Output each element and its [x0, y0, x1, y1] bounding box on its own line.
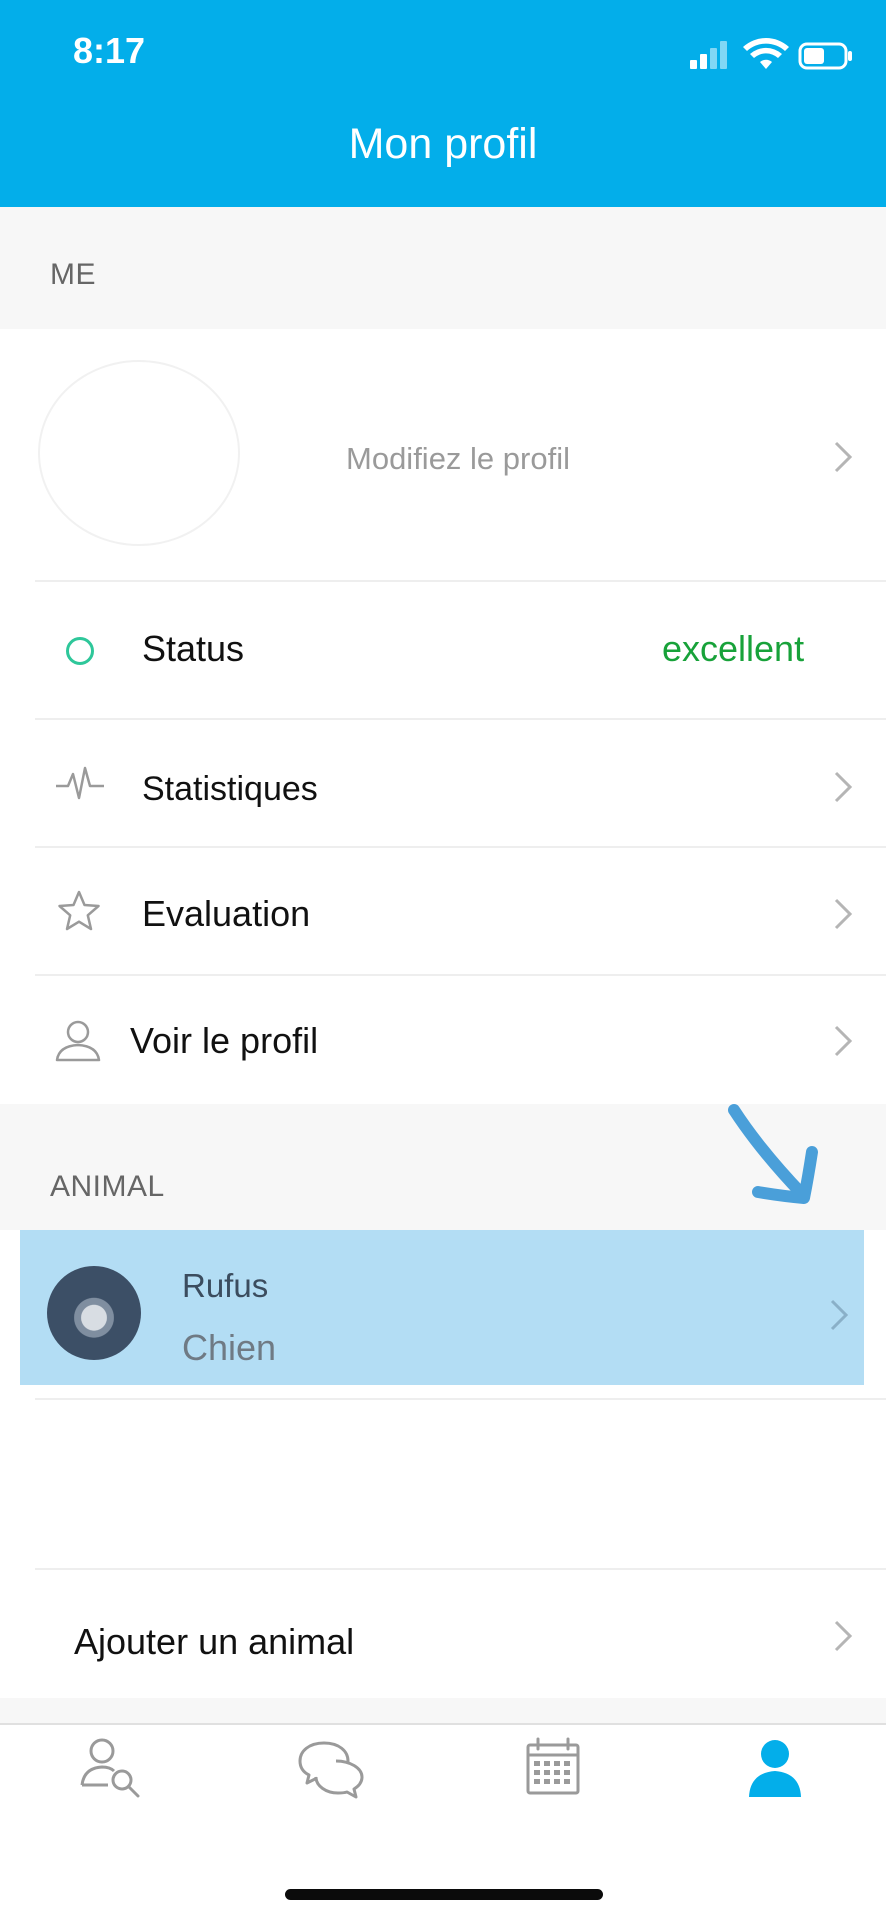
tab-chat[interactable]: [296, 1737, 366, 1801]
statistiques-row[interactable]: [0, 720, 886, 846]
status-circle-icon: [66, 637, 94, 665]
page-title: Mon profil: [348, 120, 538, 168]
home-indicator[interactable]: [285, 1889, 603, 1900]
chevron-right-icon: [830, 1299, 849, 1331]
evaluation-label: Evaluation: [142, 893, 311, 934]
animal-avatar: [47, 1266, 141, 1360]
status-label: Status: [142, 628, 245, 669]
chevron-right-icon: [834, 441, 853, 473]
pulse-icon: [56, 766, 104, 800]
voir-profil-label: Voir le profil: [130, 1020, 319, 1061]
tab-search-person[interactable]: [76, 1735, 146, 1799]
status-value: excellent: [662, 628, 805, 669]
section-label-animal: ANIMAL: [50, 1170, 165, 1203]
section-label-me: ME: [50, 258, 96, 291]
arrow-pointer-icon: [728, 1104, 818, 1204]
status-time: 8:17: [73, 30, 146, 71]
edit-profile-label: Modifiez le profil: [346, 441, 570, 476]
status-icons: [690, 38, 852, 70]
search-person-icon: [80, 1738, 140, 1798]
tab-calendar[interactable]: [518, 1735, 588, 1799]
person-outline-icon: [55, 1020, 101, 1062]
animal-name: Rufus: [182, 1267, 269, 1304]
avatar[interactable]: [38, 360, 240, 546]
chevron-right-icon: [834, 771, 853, 803]
signal-icon: [690, 41, 727, 69]
statistiques-label: Statistiques: [142, 770, 318, 808]
chevron-right-icon: [834, 898, 853, 930]
section-spacer: [0, 1698, 886, 1723]
animal-row[interactable]: [20, 1230, 864, 1385]
star-icon: [58, 890, 100, 931]
battery-icon: [798, 42, 852, 70]
section-header-me: [0, 207, 886, 329]
chat-bubbles-icon: [298, 1741, 364, 1799]
animal-type: Chien: [182, 1327, 277, 1368]
divider: [35, 1398, 886, 1400]
wifi-icon: [743, 38, 789, 69]
profile-icon: [749, 1740, 801, 1797]
evaluation-row[interactable]: [0, 848, 886, 974]
tab-profile[interactable]: [740, 1737, 810, 1801]
chevron-right-icon: [834, 1025, 853, 1057]
add-animal-label: Ajouter un animal: [74, 1621, 355, 1662]
chevron-right-icon: [834, 1620, 853, 1652]
